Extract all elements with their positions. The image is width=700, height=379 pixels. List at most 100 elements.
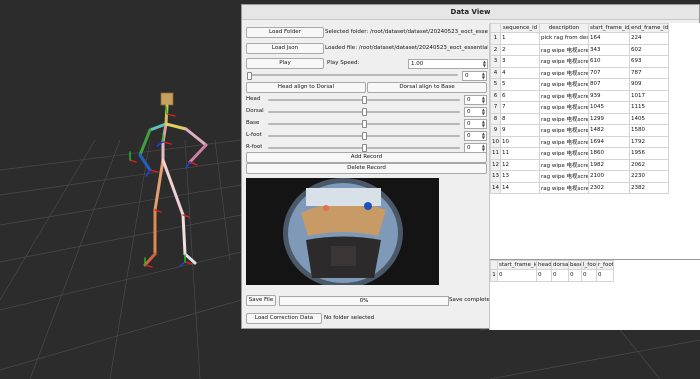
records-cell-end-frame-id[interactable]: 1115 (629, 101, 669, 114)
row-number[interactable]: 14 (490, 181, 501, 194)
records-header-start-frame-id[interactable]: start_frame_id (588, 23, 630, 33)
records-cell-end-frame-id[interactable]: 2382 (629, 181, 669, 194)
records-table-row[interactable]: 99rag wipe 电视screen14821580 (490, 124, 669, 137)
records-cell-sequence-id[interactable]: 12 (500, 158, 540, 171)
records-cell-description[interactable]: rag wipe 电视screen (539, 181, 589, 194)
play-speed-spinbox[interactable]: 1.00 ▲ ▼ (408, 59, 488, 69)
correction-header-start-frame-id[interactable]: start_frame_id (497, 260, 537, 270)
records-table-row[interactable]: 33rag wipe 电视screen610693 (490, 55, 669, 68)
records-cell-description[interactable]: rag wipe 电视screen (539, 89, 589, 102)
row-number[interactable]: 8 (490, 112, 501, 125)
records-cell-description[interactable]: rag wipe 电视screen (539, 170, 589, 183)
lfoot-slider-handle[interactable] (362, 132, 367, 140)
records-header-description[interactable]: description (539, 23, 589, 33)
load-folder-button[interactable]: Load Folder (246, 27, 324, 38)
records-cell-start-frame-id[interactable]: 1482 (588, 124, 630, 137)
data-view-window[interactable]: Data View Load Folder Selected folder: /… (241, 4, 700, 330)
records-cell-start-frame-id[interactable]: 1860 (588, 147, 630, 160)
records-cell-start-frame-id[interactable]: 610 (588, 55, 630, 68)
records-table-row[interactable]: 1414rag wipe 电视screen23022382 (490, 181, 669, 194)
row-number[interactable]: 11 (490, 147, 501, 160)
records-cell-sequence-id[interactable]: 11 (500, 147, 540, 160)
correction-cell-start-frame-id[interactable]: 0 (497, 269, 537, 282)
row-number[interactable]: 1 (490, 269, 498, 282)
timeline-slider[interactable] (248, 74, 458, 76)
spin-arrows-icon[interactable]: ▲ ▼ (482, 144, 485, 152)
row-number[interactable]: 13 (490, 170, 501, 183)
records-cell-start-frame-id[interactable]: 707 (588, 66, 630, 79)
head-slider-handle[interactable] (362, 96, 367, 104)
records-cell-end-frame-id[interactable]: 1580 (629, 124, 669, 137)
records-cell-description[interactable]: rag wipe 电视screen (539, 124, 589, 137)
records-cell-end-frame-id[interactable]: 787 (629, 66, 669, 79)
records-table-row[interactable]: 1010rag wipe 电视screen16941792 (490, 135, 669, 148)
records-cell-sequence-id[interactable]: 8 (500, 112, 540, 125)
records-table-row[interactable]: 44rag wipe 电视screen707787 (490, 66, 669, 79)
head-align-button[interactable]: Head align to Dorsal (246, 82, 366, 93)
records-cell-description[interactable]: rag wipe 电视screen (539, 158, 589, 171)
records-header-sequence-id[interactable]: sequence_id (500, 23, 540, 33)
records-table-row[interactable]: 1111rag wipe 电视screen18601956 (490, 147, 669, 160)
records-cell-description[interactable]: rag wipe 电视screen (539, 78, 589, 91)
records-cell-sequence-id[interactable]: 4 (500, 66, 540, 79)
records-cell-sequence-id[interactable]: 14 (500, 181, 540, 194)
lfoot-spinbox[interactable]: 0 ▲ ▼ (464, 131, 487, 141)
records-cell-sequence-id[interactable]: 13 (500, 170, 540, 183)
records-cell-description[interactable]: pick rag from desk (539, 32, 589, 45)
records-cell-start-frame-id[interactable]: 164 (588, 32, 630, 45)
delete-record-button[interactable]: Delete Record (246, 163, 487, 174)
records-cell-description[interactable]: rag wipe 电视screen (539, 135, 589, 148)
row-number[interactable]: 9 (490, 124, 501, 137)
play-button[interactable]: Play (246, 58, 324, 69)
base-slider-handle[interactable] (362, 120, 367, 128)
records-cell-end-frame-id[interactable]: 224 (629, 32, 669, 45)
records-cell-sequence-id[interactable]: 3 (500, 55, 540, 68)
records-cell-end-frame-id[interactable]: 2230 (629, 170, 669, 183)
timeline-spinbox[interactable]: 0 ▲ ▼ (462, 71, 487, 81)
correction-table-row[interactable]: 1000000 (490, 269, 614, 282)
records-cell-end-frame-id[interactable]: 1405 (629, 112, 669, 125)
records-table-row[interactable]: 66rag wipe 电视screen9391017 (490, 89, 669, 102)
load-correction-button[interactable]: Load Correction Data (246, 313, 322, 324)
records-table-row[interactable]: 1 1 pick rag from desk 164 224 (490, 32, 669, 45)
row-number[interactable]: 10 (490, 135, 501, 148)
dorsal-spinbox[interactable]: 0 ▲ ▼ (464, 107, 487, 117)
spin-arrows-icon[interactable]: ▲ ▼ (483, 60, 486, 68)
records-cell-start-frame-id[interactable]: 807 (588, 78, 630, 91)
row-number[interactable]: 5 (490, 78, 501, 91)
correction-cell-dorsal[interactable]: 0 (551, 269, 569, 282)
records-cell-end-frame-id[interactable]: 909 (629, 78, 669, 91)
records-cell-description[interactable]: rag wipe 电视screen (539, 101, 589, 114)
records-cell-sequence-id[interactable]: 10 (500, 135, 540, 148)
row-number[interactable]: 2 (490, 43, 501, 56)
add-record-button[interactable]: Add Record (246, 152, 487, 163)
correction-cell-r-foot[interactable]: 0 (596, 269, 614, 282)
row-number[interactable]: 12 (490, 158, 501, 171)
dorsal-slider-handle[interactable] (362, 108, 367, 116)
spin-arrows-icon[interactable]: ▲ ▼ (482, 132, 485, 140)
correction-cell-l-foot[interactable]: 0 (581, 269, 597, 282)
row-number[interactable]: 3 (490, 55, 501, 68)
correction-header-head[interactable]: head (536, 260, 552, 270)
records-cell-sequence-id[interactable]: 6 (500, 89, 540, 102)
correction-header-r-foot[interactable]: r_foot (596, 260, 614, 270)
spin-arrows-icon[interactable]: ▲ ▼ (482, 108, 485, 116)
records-header-end-frame-id[interactable]: end_frame_id (629, 23, 669, 33)
records-cell-end-frame-id[interactable]: 602 (629, 43, 669, 56)
records-cell-sequence-id[interactable]: 9 (500, 124, 540, 137)
records-cell-start-frame-id[interactable]: 2302 (588, 181, 630, 194)
save-file-button[interactable]: Save File (246, 295, 276, 306)
correction-header-l-foot[interactable]: l_foot (581, 260, 597, 270)
records-cell-end-frame-id[interactable]: 1792 (629, 135, 669, 148)
row-number[interactable]: 7 (490, 101, 501, 114)
correction-cell-head[interactable]: 0 (536, 269, 552, 282)
spin-arrows-icon[interactable]: ▲ ▼ (482, 96, 485, 104)
records-cell-start-frame-id[interactable]: 343 (588, 43, 630, 56)
dorsal-align-button[interactable]: Dorsal align to Base (367, 82, 487, 93)
rfoot-slider-handle[interactable] (362, 144, 367, 152)
spin-arrows-icon[interactable]: ▲ ▼ (482, 72, 485, 80)
records-table-row[interactable]: 22rag wipe 电视screen343602 (490, 43, 669, 56)
correction-table[interactable]: start_frame_idheaddorsalbasel_footr_foot… (489, 259, 700, 330)
records-cell-start-frame-id[interactable]: 1299 (588, 112, 630, 125)
records-table[interactable]: sequence_id description start_frame_id end_… (489, 23, 700, 259)
